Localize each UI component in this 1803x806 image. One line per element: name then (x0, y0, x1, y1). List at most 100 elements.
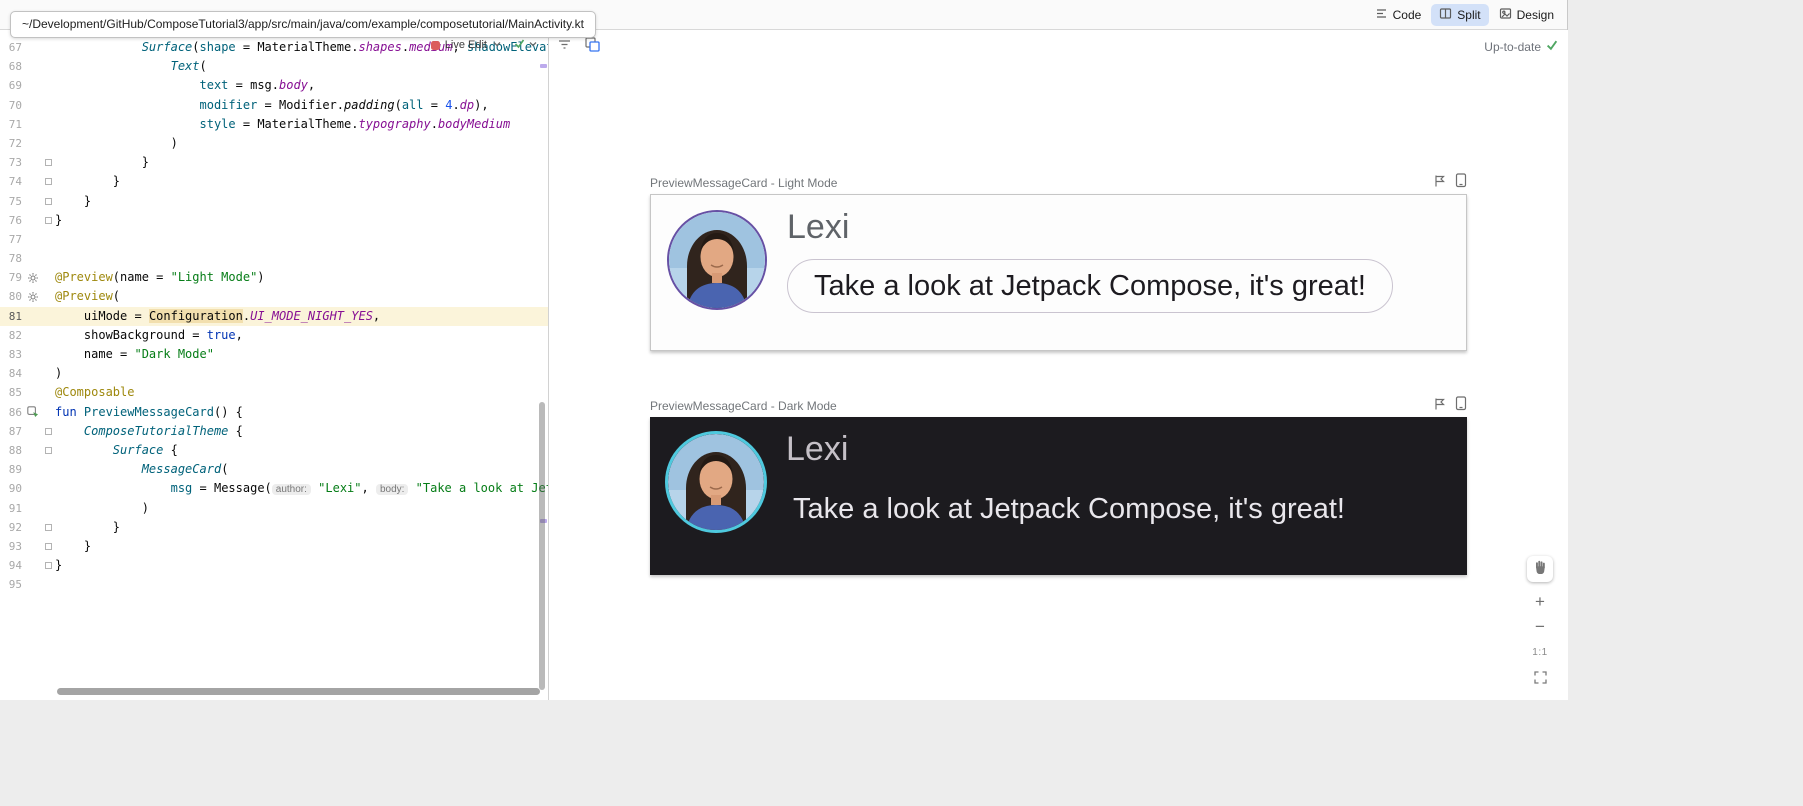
code-line[interactable]: 71 style = MaterialTheme.typography.body… (0, 115, 548, 134)
fold-marker[interactable] (42, 159, 55, 166)
tab-design-view[interactable]: Design (1491, 4, 1562, 26)
code-line[interactable]: 80@Preview( (0, 287, 548, 306)
zoom-actual-size-button[interactable]: 1:1 (1527, 641, 1553, 663)
tab-design-label: Design (1517, 8, 1554, 22)
line-number: 95 (0, 575, 24, 594)
line-number: 72 (0, 134, 24, 153)
code-line[interactable]: 88 Surface { (0, 441, 548, 460)
line-number: 75 (0, 192, 24, 211)
code-line[interactable]: 87 ComposeTutorialTheme { (0, 422, 548, 441)
preview-actions (1433, 396, 1467, 416)
pan-hand-icon (1533, 559, 1548, 580)
line-number: 94 (0, 556, 24, 575)
code-line[interactable]: 68 Text( (0, 57, 548, 76)
layers-icon[interactable] (584, 36, 600, 57)
message-bubble: Take a look at Jetpack Compose, it's gre… (787, 259, 1393, 313)
message-content: Lexi Take a look at Jetpack Compose, it'… (787, 207, 1450, 313)
fold-marker[interactable] (42, 562, 55, 569)
code-line[interactable]: 81 uiMode = Configuration.UI_MODE_NIGHT_… (0, 307, 548, 326)
code-line[interactable]: 77 (0, 230, 548, 249)
zoom-in-button[interactable]: + (1527, 591, 1553, 613)
gear-icon[interactable] (24, 272, 42, 284)
code-line[interactable]: 93 } (0, 537, 548, 556)
code-editor-pane[interactable]: 67 Surface(shape = MaterialTheme.shapes.… (0, 30, 548, 700)
code-line-text: } (55, 518, 548, 537)
line-number: 71 (0, 115, 24, 134)
tab-split-view[interactable]: Split (1431, 4, 1488, 26)
fold-marker[interactable] (42, 428, 55, 435)
code-line[interactable]: 92 } (0, 518, 548, 537)
code-line[interactable]: 84) (0, 364, 548, 383)
run-on-device-icon[interactable] (1455, 396, 1467, 416)
line-number: 91 (0, 499, 24, 518)
code-line[interactable]: 72 ) (0, 134, 548, 153)
live-edit-widget[interactable]: Live Edit (431, 39, 502, 52)
line-number: 82 (0, 326, 24, 345)
fold-marker[interactable] (42, 524, 55, 531)
code-lines[interactable]: 67 Surface(shape = MaterialTheme.shapes.… (0, 38, 548, 594)
code-line-text: } (55, 172, 548, 191)
code-line[interactable]: 70 modifier = Modifier.padding(all = 4.d… (0, 96, 548, 115)
preview-actions (1433, 173, 1467, 193)
message-content: Lexi Take a look at Jetpack Compose, it'… (786, 429, 1451, 528)
tab-split-label: Split (1457, 8, 1480, 22)
split-view-icon (1439, 7, 1452, 23)
interactive-mode-icon[interactable] (1433, 174, 1446, 193)
preview-block-light: PreviewMessageCard - Light Mode (650, 174, 1467, 351)
code-line[interactable]: 74 } (0, 172, 548, 191)
horizontal-scrollbar[interactable] (57, 688, 540, 695)
code-line[interactable]: 75 } (0, 192, 548, 211)
line-number: 81 (0, 307, 24, 326)
fold-marker[interactable] (42, 178, 55, 185)
preview-toolbar (557, 36, 600, 57)
code-line[interactable]: 82 showBackground = true, (0, 326, 548, 345)
code-line[interactable]: 85 @Composable (0, 383, 548, 402)
filter-icon[interactable] (557, 37, 572, 57)
interactive-mode-icon[interactable] (1433, 397, 1446, 416)
code-line[interactable]: 69 text = msg.body, (0, 76, 548, 95)
run-preview-icon[interactable] (24, 406, 42, 418)
tab-code-label: Code (1393, 8, 1422, 22)
code-line-text: msg = Message(author: "Lexi", body: "Tak… (55, 479, 548, 499)
code-line-text: ) (55, 134, 548, 153)
line-number: 90 (0, 479, 24, 498)
code-line[interactable]: 86fun PreviewMessageCard() { (0, 403, 548, 422)
fold-marker[interactable] (42, 447, 55, 454)
fold-marker[interactable] (42, 217, 55, 224)
gear-icon[interactable] (24, 291, 42, 303)
line-number: 85 (0, 383, 24, 402)
code-line-text: style = MaterialTheme.typography.bodyMed… (55, 115, 548, 134)
code-line-text: } (55, 537, 548, 556)
code-line[interactable]: 83 name = "Dark Mode" (0, 345, 548, 364)
code-line[interactable]: 89 MessageCard( (0, 460, 548, 479)
breadcrumb-file-path[interactable]: ~/Development/GitHub/ComposeTutorial3/ap… (10, 11, 596, 38)
ide-window: Code Split Design ~/Development/GitHub/C… (0, 0, 1568, 700)
zoom-to-fit-button[interactable] (1527, 666, 1553, 688)
split-divider[interactable] (548, 30, 549, 700)
code-line[interactable]: 95 (0, 575, 548, 594)
code-line[interactable]: 90 msg = Message(author: "Lexi", body: "… (0, 479, 548, 498)
up-to-date-check-icon (1546, 39, 1558, 54)
code-line[interactable]: 73 } (0, 153, 548, 172)
build-success-check-icon (514, 36, 525, 54)
line-number: 77 (0, 230, 24, 249)
run-on-device-icon[interactable] (1455, 173, 1467, 193)
vertical-scrollbar[interactable] (539, 402, 545, 690)
fold-marker[interactable] (42, 198, 55, 205)
fold-marker[interactable] (42, 543, 55, 550)
code-line[interactable]: 76} (0, 211, 548, 230)
tab-code-view[interactable]: Code (1367, 4, 1430, 26)
code-line[interactable]: 79@Preview(name = "Light Mode") (0, 268, 548, 287)
code-line[interactable]: 91 ) (0, 499, 548, 518)
zoom-out-button[interactable]: − (1527, 616, 1553, 638)
code-line[interactable]: 78 (0, 249, 548, 268)
line-number: 86 (0, 403, 24, 422)
code-line-text: @Composable (55, 383, 548, 402)
pan-button[interactable] (1527, 556, 1553, 582)
line-number: 68 (0, 57, 24, 76)
build-status-widget[interactable] (514, 36, 538, 54)
code-line[interactable]: 94} (0, 556, 548, 575)
code-line-text: Surface { (55, 441, 548, 460)
preview-zoom-controls: + − 1:1 (1524, 556, 1556, 688)
message-bubble: Take a look at Jetpack Compose, it's gre… (786, 481, 1345, 528)
